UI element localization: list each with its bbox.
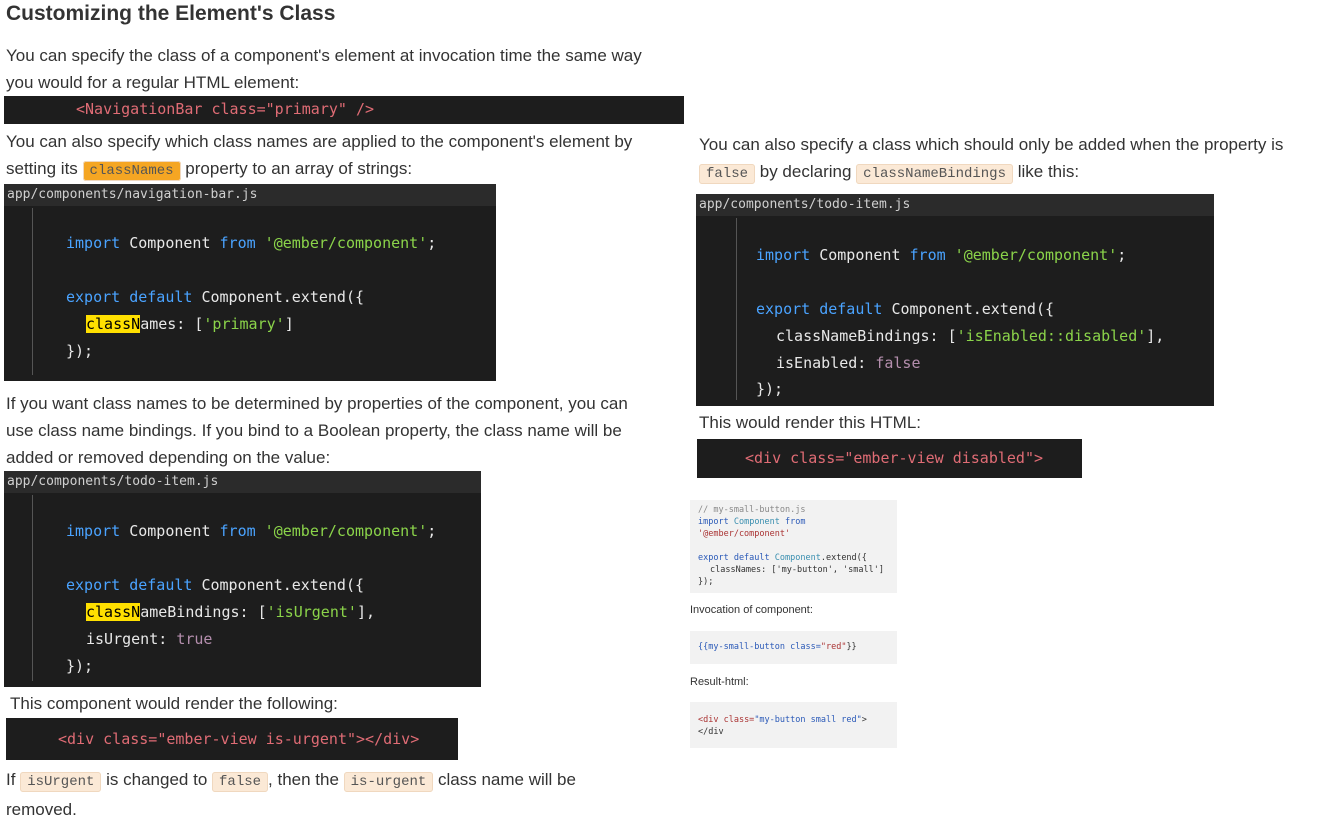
navigation-bar-code-block: app/components/navigation-bar.js import …	[4, 184, 496, 381]
code-line-3: classNameBindings: ['isUrgent'],	[86, 603, 375, 621]
code-filename: app/components/todo-item.js	[696, 194, 1214, 216]
is-urgent-inline-code: isUrgent	[20, 772, 102, 792]
invocation-label: Invocation of component:	[690, 604, 813, 616]
intro-paragraph: You can specify the class of a component…	[6, 42, 642, 96]
code-line-5: });	[66, 657, 94, 675]
code-gutter	[32, 208, 33, 375]
code-line-1: import Component from '@ember/component'…	[756, 246, 1127, 264]
code-line-4: });	[66, 342, 94, 360]
code-line-2: export default Component.extend({	[66, 288, 365, 306]
classnames-paragraph: You can also specify which class names a…	[6, 128, 686, 185]
code-line-4: isEnabled: false	[776, 354, 921, 372]
result-html-snippet: <div class="my-button small red"> </div	[690, 702, 897, 748]
page-title: Customizing the Element's Class	[6, 2, 336, 25]
bindings-paragraph: If you want class names to be determined…	[6, 390, 676, 471]
invocation-code-snippet: {{my-small-button class="red"}}	[690, 631, 897, 664]
is-urgent-line-1: If isUrgent is changed to false, then th…	[6, 770, 576, 792]
bindings-line-2: use class name bindings. If you bind to …	[6, 421, 622, 440]
invocation-code: <NavigationBar class="primary" />	[76, 100, 375, 118]
code-line-1: import Component from '@ember/component'…	[66, 522, 437, 540]
false-binding-paragraph: You can also specify a class which shoul…	[699, 131, 1325, 188]
rendered-html-code: <div class="ember-view is-urgent"></div>	[58, 730, 420, 748]
is-urgent-paragraph: If isUrgent is changed to false, then th…	[6, 766, 666, 823]
code-line-3: classNames: ['primary']	[86, 315, 294, 333]
intro-line-2: you would for a regular HTML element:	[6, 73, 300, 92]
bindings-line-1: If you want class names to be determined…	[6, 394, 628, 413]
code-line-2: export default Component.extend({	[66, 576, 365, 594]
classnames-inline-code: classNames	[82, 161, 181, 181]
code-line-5: });	[756, 380, 784, 398]
classnames-line-1: You can also specify which class names a…	[6, 132, 633, 151]
todo-item-code-block: app/components/todo-item.js import Compo…	[4, 471, 481, 687]
bindings-line-3: added or removed depending on the value:	[6, 448, 331, 467]
code-line-3: classNameBindings: ['isEnabled::disabled…	[776, 327, 1165, 345]
intro-line-1: You can specify the class of a component…	[6, 46, 642, 65]
false-binding-line-2: false by declaring classNameBindings lik…	[699, 158, 1325, 188]
my-small-button-code: // my-small-button.js import Component f…	[690, 500, 897, 593]
disabled-html-code: <div class="ember-view disabled">	[745, 449, 1044, 467]
code-line-2: export default Component.extend({	[756, 300, 1055, 318]
code-line-1: import Component from '@ember/component'…	[66, 234, 437, 252]
render-following-text: This component would render the followin…	[10, 694, 338, 713]
code-filename: app/components/todo-item.js	[4, 471, 481, 493]
code-filename: app/components/navigation-bar.js	[4, 184, 496, 206]
invocation-code-line: <NavigationBar class="primary" />	[76, 100, 374, 118]
is-urgent-class-inline-code: is-urgent	[343, 772, 434, 792]
invocation-code-block: <NavigationBar class="primary" />	[4, 96, 684, 124]
false-binding-line-1: You can also specify a class which shoul…	[699, 135, 1284, 154]
classnames-line-2: setting its classNames property to an ar…	[6, 159, 413, 181]
code-gutter	[736, 218, 737, 400]
render-html-text: This would render this HTML:	[699, 413, 922, 432]
classnamebindings-inline-code: classNameBindings	[856, 164, 1013, 184]
false-inline-code: false	[212, 772, 269, 792]
false-inline-code: false	[699, 164, 756, 184]
code-gutter	[32, 495, 33, 681]
is-urgent-line-2: removed.	[6, 800, 77, 819]
todo-item-disabled-code-block: app/components/todo-item.js import Compo…	[696, 194, 1214, 406]
result-html-label: Result-html:	[690, 676, 749, 688]
disabled-html-block: <div class="ember-view disabled">	[697, 439, 1082, 478]
rendered-html-block: <div class="ember-view is-urgent"></div>	[6, 718, 458, 760]
code-line-4: isUrgent: true	[86, 630, 213, 648]
